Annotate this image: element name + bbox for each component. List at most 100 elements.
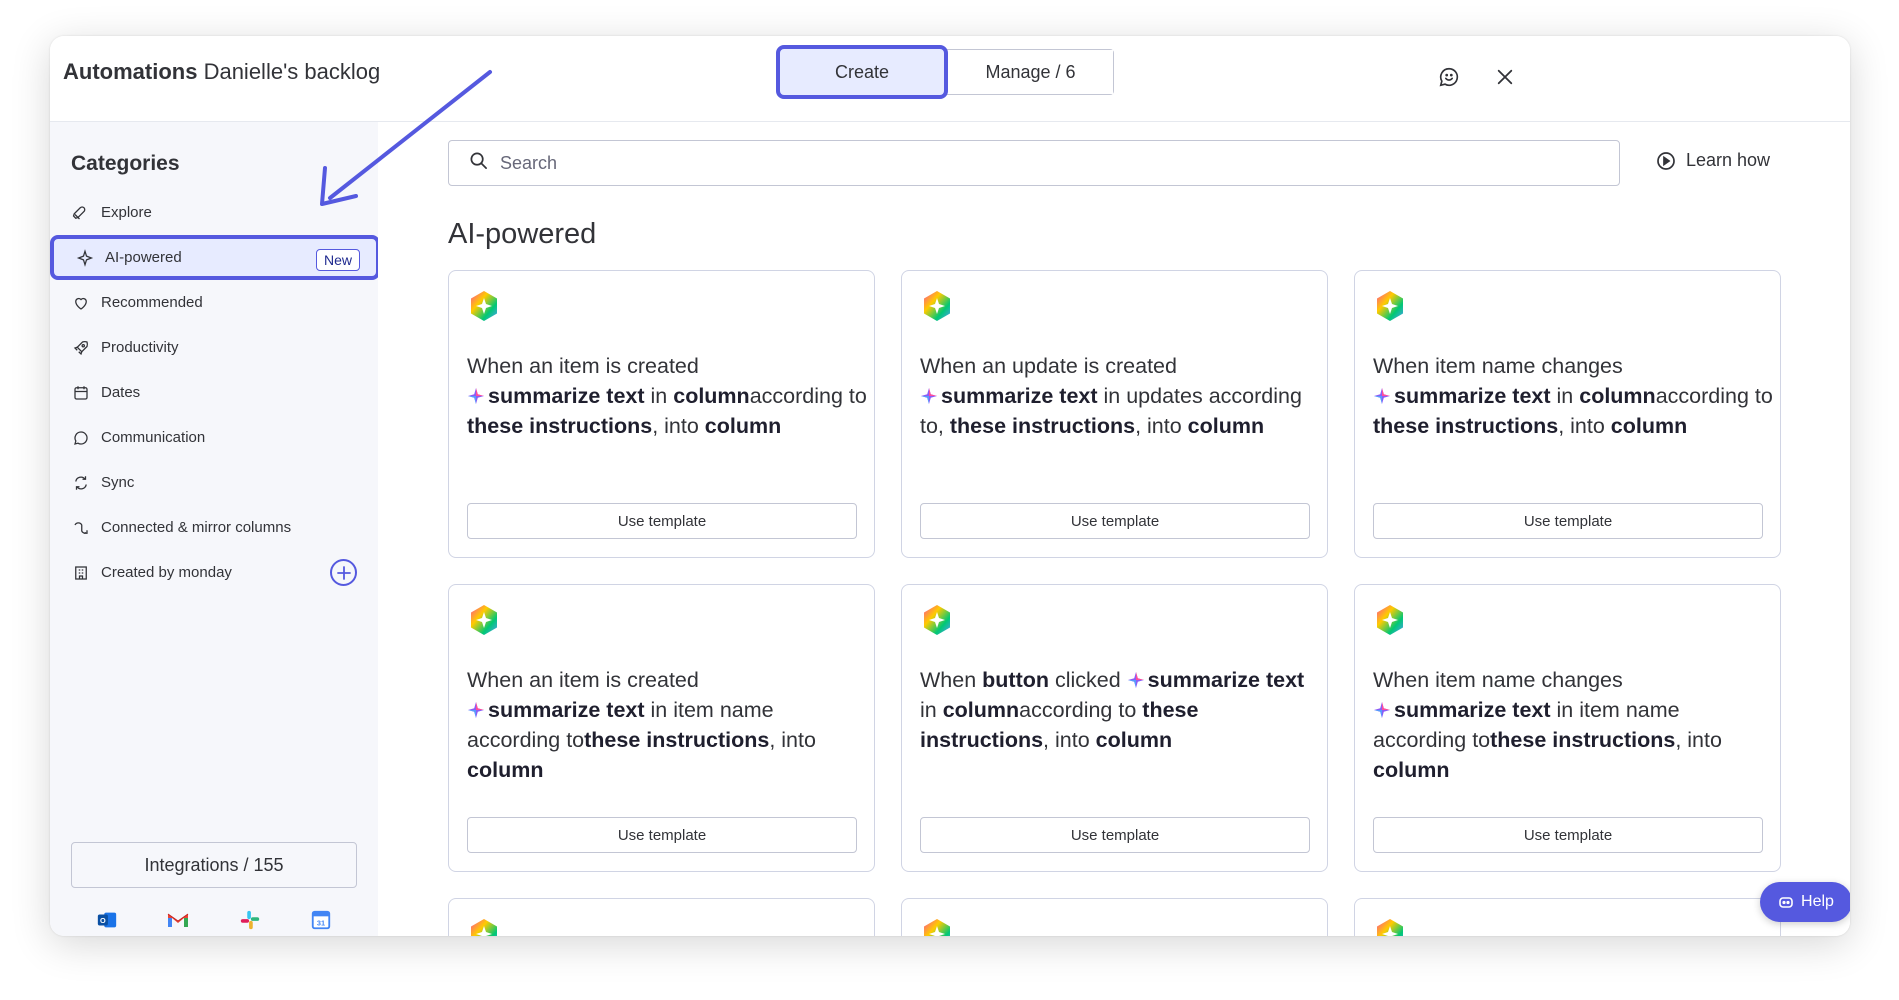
slack-icon[interactable] <box>238 908 262 932</box>
ai-sparkle-icon <box>1373 384 1394 408</box>
use-template-button[interactable]: Use template <box>467 817 857 853</box>
heart-icon <box>71 293 91 313</box>
close-icon[interactable] <box>1490 62 1520 92</box>
ai-sparkle-icon <box>920 384 941 408</box>
template-text: in <box>644 384 674 408</box>
template-token: these instructions <box>467 414 653 438</box>
learn-how-link[interactable]: Learn how <box>1656 150 1770 171</box>
template-description: When an update is created summarize text … <box>920 351 1320 441</box>
sidebar-item-connected[interactable]: Connected & mirror columns <box>71 505 357 550</box>
section-title: AI-powered <box>448 218 597 250</box>
use-template-button[interactable]: Use template <box>920 817 1310 853</box>
sidebar-item-created-by-monday[interactable]: Created by monday <box>71 550 357 595</box>
feedback-icon[interactable] <box>1434 62 1464 92</box>
ai-logo-icon <box>467 917 501 936</box>
ai-logo-icon <box>920 917 954 936</box>
template-token: summarize text <box>488 698 645 722</box>
ai-logo-icon <box>1373 917 1407 936</box>
template-token: column <box>942 698 1020 722</box>
sparkle-icon <box>75 248 95 268</box>
template-text: , into <box>1043 728 1096 752</box>
sidebar-item-productivity[interactable]: Productivity <box>71 325 357 370</box>
template-text: When <box>920 668 983 692</box>
sidebar-item-recommended[interactable]: Recommended <box>71 280 357 325</box>
search-input[interactable] <box>500 152 1500 174</box>
template-text: in <box>920 698 943 722</box>
tab-manage[interactable]: Manage / 6 <box>948 50 1113 94</box>
search-icon <box>469 151 488 175</box>
template-text: , into <box>1675 728 1722 752</box>
template-card[interactable]: When button clicked summarize text in co… <box>901 584 1328 872</box>
template-card[interactable]: When item name changes summarize text in … <box>1354 584 1781 872</box>
template-token: these instructions <box>1490 728 1676 752</box>
main-panel: Learn how AI-powered When an item is cre… <box>378 122 1850 936</box>
template-token: summarize text <box>1394 698 1551 722</box>
template-text: When item name changes <box>1373 668 1623 692</box>
template-text: , into <box>769 728 816 752</box>
outlook-icon[interactable]: O <box>95 908 119 932</box>
template-card[interactable]: When an update is created summarize text … <box>901 270 1328 558</box>
template-token: summarize text <box>1147 668 1305 692</box>
use-template-button[interactable]: Use template <box>1373 503 1763 539</box>
category-list: Explore AI-powered New Recommended Produ… <box>50 190 380 595</box>
template-text: according to <box>1655 384 1773 408</box>
integrations-button[interactable]: Integrations / 155 <box>71 842 357 888</box>
rocket-icon <box>71 203 91 223</box>
sidebar-item-label: Explore <box>101 204 152 221</box>
add-category-button[interactable] <box>330 559 357 586</box>
calendar-icon <box>71 383 91 403</box>
sidebar-item-ai-powered[interactable]: AI-powered New <box>50 235 380 280</box>
google-calendar-icon[interactable]: 31 <box>309 908 333 932</box>
sidebar-item-sync[interactable]: Sync <box>71 460 357 505</box>
template-token: summarize text <box>941 384 1098 408</box>
sidebar-item-explore[interactable]: Explore <box>71 190 357 235</box>
template-card[interactable]: When item name changes summarize text in … <box>1354 270 1781 558</box>
template-token: column <box>467 758 544 782</box>
tab-create[interactable]: Create <box>776 45 948 99</box>
use-template-button[interactable]: Use template <box>1373 817 1763 853</box>
template-text: according to <box>749 384 867 408</box>
template-text: When an item is created <box>467 354 699 378</box>
template-card-partial[interactable] <box>448 898 875 936</box>
template-token: summarize text <box>488 384 645 408</box>
template-token: column <box>1095 728 1173 752</box>
template-token: column <box>673 384 750 408</box>
template-token: these instructions <box>584 728 770 752</box>
ai-logo-icon <box>1373 603 1407 642</box>
sidebar-item-communication[interactable]: Communication <box>71 415 357 460</box>
template-text: clicked <box>1049 668 1127 692</box>
automations-dialog: Automations Danielle's backlog Create Ma… <box>50 36 1850 936</box>
template-text: When an update is created <box>920 354 1177 378</box>
play-circle-icon <box>1656 151 1676 171</box>
sidebar-item-label: Created by monday <box>101 564 232 581</box>
template-token: summarize text <box>1394 384 1551 408</box>
sidebar-item-dates[interactable]: Dates <box>71 370 357 415</box>
gmail-icon[interactable] <box>166 908 190 932</box>
categories-title: Categories <box>71 152 180 175</box>
ai-logo-icon <box>467 289 501 328</box>
template-card-partial[interactable] <box>1354 898 1781 936</box>
template-description: When an item is created summarize text in… <box>467 351 867 441</box>
template-text: , into <box>652 414 705 438</box>
sync-icon <box>71 473 91 493</box>
ai-sparkle-icon <box>1373 698 1394 722</box>
sidebar-item-label: Communication <box>101 429 206 446</box>
help-button[interactable]: Help <box>1760 882 1850 922</box>
template-description: When an item is created summarize text in… <box>467 665 867 785</box>
template-text: in <box>1550 384 1580 408</box>
template-card[interactable]: When an item is created summarize text in… <box>448 584 875 872</box>
template-card-partial[interactable] <box>901 898 1328 936</box>
ai-logo-icon <box>467 603 501 642</box>
template-grid: When an item is created summarize text in… <box>448 270 1781 936</box>
svg-text:O: O <box>100 916 106 925</box>
template-text: When an item is created <box>467 668 699 692</box>
template-text: , into <box>1558 414 1611 438</box>
stage: Automations Danielle's backlog Create Ma… <box>0 0 1899 1000</box>
title-app: Automations <box>63 59 198 84</box>
template-text: , into <box>1135 414 1188 438</box>
use-template-button[interactable]: Use template <box>467 503 857 539</box>
ai-logo-icon <box>920 289 954 328</box>
template-card[interactable]: When an item is created summarize text in… <box>448 270 875 558</box>
use-template-button[interactable]: Use template <box>920 503 1310 539</box>
template-token: column <box>1579 384 1656 408</box>
